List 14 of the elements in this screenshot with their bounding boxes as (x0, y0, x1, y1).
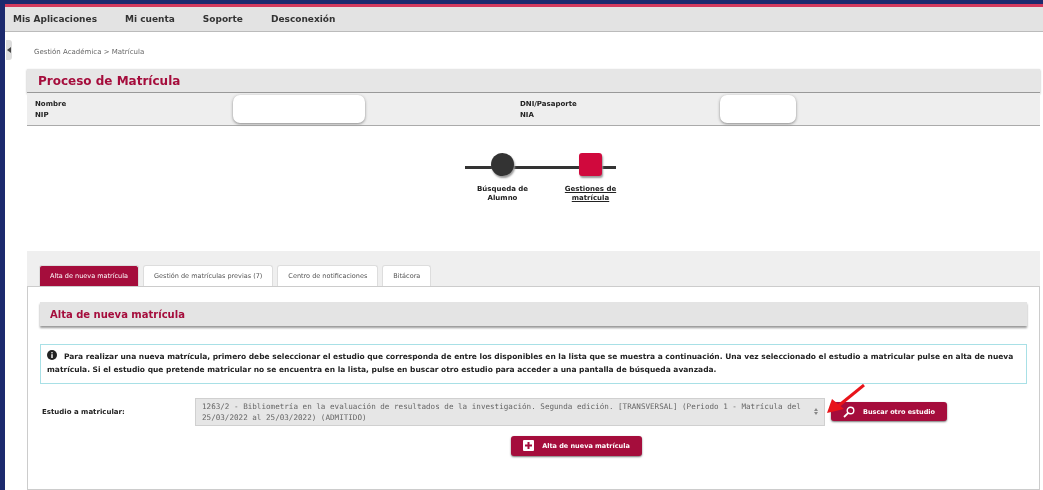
caret-icon (814, 408, 818, 415)
section-title: Alta de nueva matrícula (50, 308, 185, 320)
step-circle[interactable] (491, 153, 514, 176)
plus-icon (523, 440, 535, 451)
nav-link[interactable]: Mis Aplicaciones (13, 14, 97, 24)
panel-title: Proceso de Matrícula (38, 73, 181, 88)
info-icon (47, 350, 57, 360)
sidebar-toggle[interactable] (6, 40, 12, 60)
search-icon (843, 405, 855, 418)
nav-link[interactable]: Mi cuenta (125, 14, 175, 24)
annotation-arrow (825, 384, 865, 414)
nav-link[interactable]: Desconexión (270, 14, 336, 24)
nav-link[interactable]: Soporte (202, 14, 243, 24)
collapse-icon (7, 47, 11, 53)
